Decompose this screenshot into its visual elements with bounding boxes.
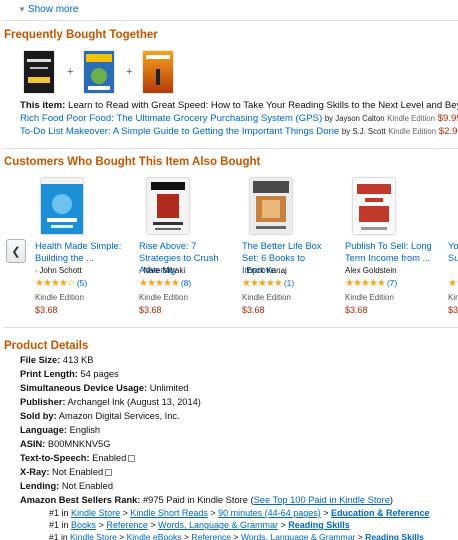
book-cover[interactable] bbox=[147, 178, 189, 234]
fbt-item-1: Rich Food Poor Food: The Ultimate Grocer… bbox=[20, 113, 458, 124]
info-icon[interactable] bbox=[128, 455, 136, 463]
divider bbox=[4, 20, 458, 21]
fbt-this-item: This item: Learn to Read with Great Spee… bbox=[20, 100, 458, 111]
best-sellers-rank: Amazon Best Sellers Rank: #975 Paid in K… bbox=[20, 495, 393, 505]
book-cover[interactable] bbox=[353, 178, 395, 234]
detail-text-to-speech: Text-to-Speech: Enabled bbox=[20, 453, 136, 463]
author[interactable]: › John Schott bbox=[35, 266, 82, 275]
detail-publisher: Publisher: Archangel Ink (August 13, 201… bbox=[20, 397, 201, 407]
detail-print-length: Print Length: 54 pages bbox=[20, 369, 119, 379]
book-cover[interactable] bbox=[41, 178, 83, 234]
author[interactable]: › Nate Miyaki bbox=[139, 266, 185, 275]
fbt-book-cover-3[interactable] bbox=[143, 51, 173, 93]
top-100-link[interactable]: See Top 100 Paid in Kindle Store bbox=[254, 495, 390, 505]
caret-right-icon: › bbox=[139, 268, 142, 275]
show-more-link[interactable]: ▼ Show more bbox=[18, 4, 79, 15]
caret-right-icon: › bbox=[35, 268, 38, 275]
divider bbox=[4, 148, 458, 149]
fbt-item-2: To-Do List Makeover: A Simple Guide to G… bbox=[20, 126, 458, 137]
detail-xray: X-Ray: Not Enabled bbox=[20, 467, 113, 477]
detail-asin: ASIN: B00MNKNV5G bbox=[20, 439, 111, 449]
fbt-book-cover-1[interactable] bbox=[24, 51, 54, 93]
detail-language: Language: English bbox=[20, 425, 101, 435]
fbt-book-cover-2[interactable] bbox=[84, 51, 114, 93]
plus-icon: + bbox=[67, 66, 74, 78]
author[interactable]: › Enck Kanaj bbox=[242, 266, 287, 275]
rating[interactable]: ★★★★★ (7) bbox=[345, 278, 397, 289]
rank-line: #1 in Books > Reference > Words, Languag… bbox=[49, 520, 350, 530]
rating[interactable]: ★★★★★ (1) bbox=[242, 278, 294, 289]
carousel-prev-button[interactable]: ❮ bbox=[6, 239, 26, 263]
book-cover[interactable] bbox=[250, 178, 292, 234]
detail-file-size: File Size: 413 KB bbox=[20, 355, 94, 365]
also-bought-title: Customers Who Bought This Item Also Boug… bbox=[4, 156, 261, 168]
detail-lending: Lending: Not Enabled bbox=[20, 481, 114, 491]
author[interactable]: Alex Goldstein bbox=[345, 266, 397, 275]
info-icon[interactable] bbox=[105, 469, 113, 477]
detail-device-usage: Simultaneous Device Usage: Unlimited bbox=[20, 383, 189, 393]
detail-sold-by: Sold by: Amazon Digital Services, Inc. bbox=[20, 411, 180, 421]
fbt-title: Frequently Bought Together bbox=[4, 29, 158, 41]
chevron-left-icon: ❮ bbox=[11, 245, 21, 258]
also-bought-item-partial[interactable]: Yo Su ★★ Kin $3 bbox=[448, 178, 458, 318]
rank-line: #1 in Kindle Store > Kindle eBooks > Ref… bbox=[49, 532, 424, 540]
chevron-down-icon: ▼ bbox=[18, 5, 26, 14]
caret-right-icon: › bbox=[242, 268, 245, 275]
rating[interactable]: ★★★★☆ (5) bbox=[35, 278, 87, 289]
plus-icon: + bbox=[126, 66, 133, 78]
divider bbox=[4, 327, 458, 328]
rating: ★★ bbox=[448, 278, 458, 289]
rank-line: #1 in Kindle Store > Kindle Short Reads … bbox=[49, 508, 430, 518]
product-details-title: Product Details bbox=[4, 340, 89, 352]
rating[interactable]: ★★★★★ (8) bbox=[139, 278, 191, 289]
